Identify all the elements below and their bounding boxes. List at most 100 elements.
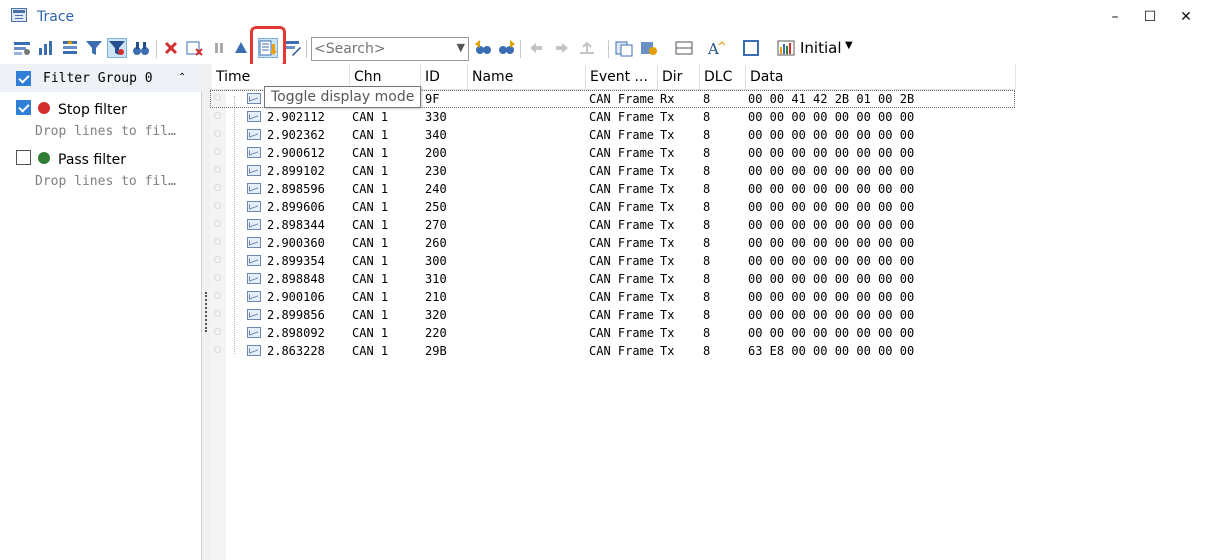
cell-id: 300 (425, 254, 447, 268)
clear-filter-icon[interactable] (186, 39, 204, 57)
row-bullet-icon (214, 148, 221, 155)
cell-chn: CAN 1 (352, 182, 389, 196)
table-row[interactable]: 2.900612 CAN 1 200 CAN Frame Tx 8 00 00 00 00 … (210, 144, 1015, 162)
chevron-down-icon[interactable]: ▼ (457, 41, 465, 54)
table-row[interactable]: 2.902112 CAN 1 330 CAN Frame Tx 8 00 00 00 00 … (210, 108, 1015, 126)
message-icon (247, 255, 261, 266)
cell-data: 00 00 00 00 00 00 00 00 (748, 272, 915, 286)
cell-id: 260 (425, 236, 447, 250)
copy-dropdown-icon[interactable] (640, 39, 658, 57)
table-row[interactable]: 2.898344 CAN 1 270 CAN Frame Tx 8 00 00 00 00 … (210, 216, 1015, 234)
column-header-dir[interactable]: Dir (658, 64, 700, 89)
filter-group-header[interactable]: Filter Group 0 ⌃ (0, 64, 202, 92)
search-prev-icon[interactable] (474, 39, 492, 57)
table-row[interactable]: 2.898848 CAN 1 310 CAN Frame Tx 8 00 00 00 00 … (210, 270, 1015, 288)
column-header-dlc[interactable]: DLC (700, 64, 746, 89)
column-chart-icon[interactable] (37, 39, 55, 57)
table-row[interactable]: 2.899856 CAN 1 320 CAN Frame Tx 8 00 00 00 00 … (210, 306, 1015, 324)
cell-dlc: 8 (703, 254, 711, 268)
marker-icon[interactable] (578, 39, 596, 57)
row-bullet-icon (214, 130, 221, 137)
cell-data: 00 00 00 00 00 00 00 00 (748, 146, 915, 160)
close-button[interactable]: ✕ (1177, 8, 1195, 26)
delete-icon[interactable] (162, 39, 180, 57)
table-row[interactable]: 2.899606 CAN 1 250 CAN Frame Tx 8 00 00 00 00 … (210, 198, 1015, 216)
row-bullet-icon (214, 256, 221, 263)
maximize-button[interactable]: ☐ (1141, 8, 1159, 26)
table-row[interactable]: 2.863228 CAN 1 29B CAN Frame Tx 8 63 E8 00 00 … (210, 342, 1015, 360)
table-row[interactable]: 2.900106 CAN 1 210 CAN Frame Tx 8 00 00 00 00 … (210, 288, 1015, 306)
cell-chn: CAN 1 (352, 110, 389, 124)
cell-dlc: 8 (703, 110, 711, 124)
cell-event: CAN Frame (589, 200, 655, 214)
column-header-id[interactable]: ID (421, 64, 468, 89)
layout-icon[interactable] (675, 39, 693, 57)
scroll-up-icon[interactable] (232, 39, 250, 57)
cell-dlc: 8 (703, 164, 711, 178)
cell-time: 2.899354 (267, 254, 325, 268)
table-row[interactable]: 2.898596 CAN 1 240 CAN Frame Tx 8 00 00 00 00 … (210, 180, 1015, 198)
chevron-down-icon[interactable]: ▼ (845, 40, 853, 51)
tooltip: Toggle display mode (264, 86, 422, 108)
filter-edit-icon[interactable] (284, 39, 302, 57)
row-bullet-icon (214, 274, 221, 281)
table-row[interactable]: 2.900360 CAN 1 260 CAN Frame Tx 8 00 00 00 00 … (210, 234, 1015, 252)
cell-event: CAN Frame (589, 326, 655, 340)
stop-filter-checkbox[interactable] (16, 100, 31, 115)
cell-dlc: 8 (703, 326, 711, 340)
collapse-icon[interactable]: ⌃ (178, 72, 186, 83)
row-bullet-icon (214, 94, 221, 101)
cell-dlc: 8 (703, 200, 711, 214)
search-next-icon[interactable] (498, 39, 516, 57)
message-icon (247, 129, 261, 140)
funnel-active-icon[interactable] (107, 38, 127, 58)
chart-icon[interactable] (777, 39, 795, 57)
row-bullet-icon (214, 292, 221, 299)
cell-time: 2.898848 (267, 272, 325, 286)
row-bullet-icon (214, 310, 221, 317)
copy-icon[interactable] (615, 39, 633, 57)
window-icon[interactable] (743, 39, 761, 57)
cell-id: 250 (425, 200, 447, 214)
message-icon (247, 309, 261, 320)
table-row[interactable]: 2.898092 CAN 1 220 CAN Frame Tx 8 00 00 00 00 … (210, 324, 1015, 342)
search-input[interactable] (314, 40, 448, 58)
splitter-grip[interactable] (205, 292, 209, 332)
column-header-name[interactable]: Name (468, 64, 586, 89)
trace-window-icon (11, 8, 27, 22)
initial-layout-label[interactable]: Initial (800, 39, 842, 57)
row-bullet-icon (214, 346, 221, 353)
minimize-button[interactable]: – (1106, 8, 1124, 26)
cell-dir: Tx (660, 200, 675, 214)
pass-filter-checkbox[interactable] (16, 150, 31, 165)
table-row[interactable]: 2.899354 CAN 1 300 CAN Frame Tx 8 00 00 00 00 … (210, 252, 1015, 270)
filter-settings-icon[interactable] (13, 39, 31, 57)
cell-time: 2.898596 (267, 182, 325, 196)
table-row[interactable]: 2.899102 CAN 1 230 CAN Frame Tx 8 00 00 00 00 … (210, 162, 1015, 180)
cell-chn: CAN 1 (352, 344, 389, 358)
cell-event: CAN Frame (589, 164, 655, 178)
cell-time: 2.898092 (267, 326, 325, 340)
column-header-data[interactable]: Data (746, 64, 1016, 89)
binoculars-icon[interactable] (132, 39, 150, 57)
cell-data: 63 E8 00 00 00 00 00 00 (748, 344, 915, 358)
pause-icon[interactable] (210, 39, 228, 57)
cell-id: 220 (425, 326, 447, 340)
font-icon[interactable]: A (707, 39, 725, 57)
cell-data: 00 00 41 42 2B 01 00 2B (748, 92, 915, 106)
nav-back-icon[interactable] (527, 39, 545, 57)
nav-forward-icon[interactable] (553, 39, 571, 57)
column-header-event[interactable]: Event ... (586, 64, 658, 89)
sort-icon[interactable] (61, 39, 79, 57)
funnel-icon[interactable] (85, 39, 103, 57)
cell-dlc: 8 (703, 128, 711, 142)
svg-text:A: A (707, 40, 719, 57)
table-row[interactable]: 2.902362 CAN 1 340 CAN Frame Tx 8 00 00 00 00 … (210, 126, 1015, 144)
filter-group-checkbox[interactable] (16, 71, 31, 86)
cell-data: 00 00 00 00 00 00 00 00 (748, 254, 915, 268)
panel-splitter[interactable] (202, 64, 210, 560)
search-combobox[interactable]: ▼ (311, 37, 469, 61)
cell-event: CAN Frame (589, 182, 655, 196)
cell-dlc: 8 (703, 218, 711, 232)
cell-dir: Tx (660, 254, 675, 268)
